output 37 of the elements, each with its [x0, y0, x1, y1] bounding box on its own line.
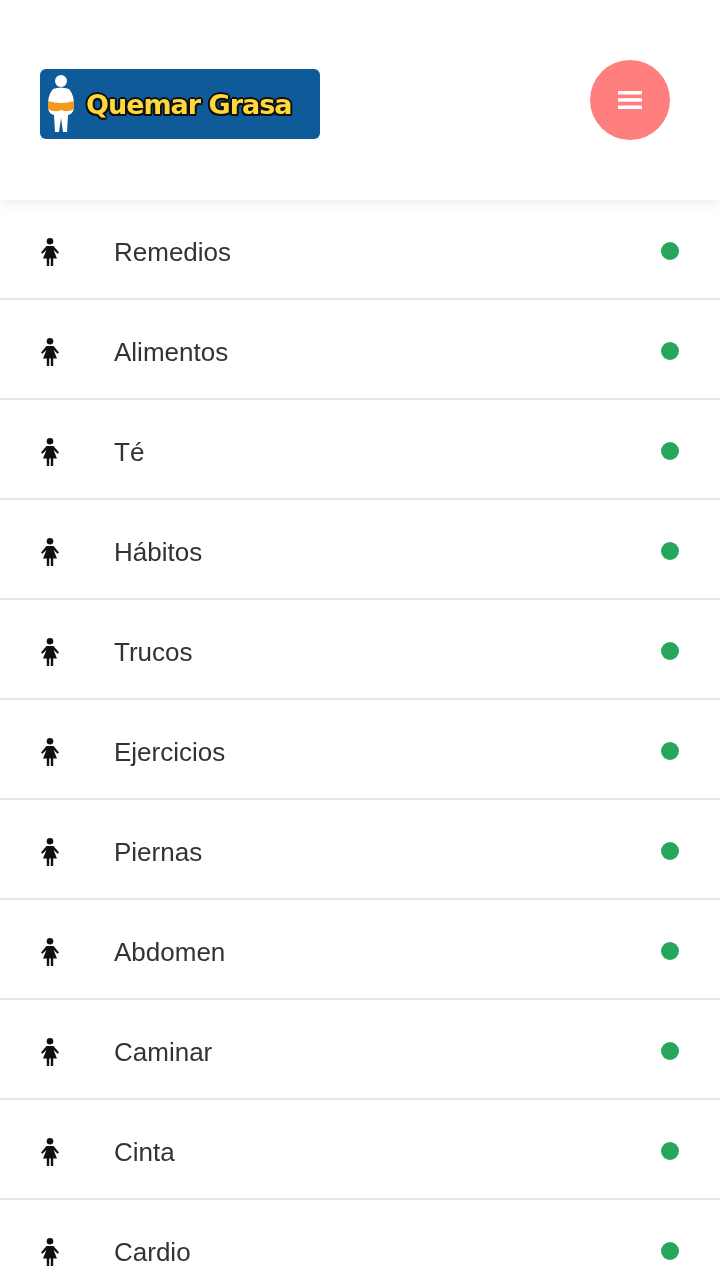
- menu-item[interactable]: Alimentos: [0, 300, 720, 400]
- female-figure-icon: [40, 1238, 60, 1266]
- menu-item[interactable]: Cardio: [0, 1200, 720, 1280]
- female-figure-icon: [40, 938, 60, 966]
- female-figure-icon: [40, 738, 60, 766]
- menu-item[interactable]: Cinta: [0, 1100, 720, 1200]
- status-dot-icon: [661, 1142, 679, 1160]
- status-dot-icon: [661, 942, 679, 960]
- female-figure-icon: [40, 1138, 60, 1166]
- status-dot-icon: [661, 642, 679, 660]
- status-dot-icon: [661, 542, 679, 560]
- female-figure-icon: [40, 438, 60, 466]
- menu-item[interactable]: Hábitos: [0, 500, 720, 600]
- menu-item[interactable]: Caminar: [0, 1000, 720, 1100]
- status-dot-icon: [661, 442, 679, 460]
- logo-text: Quemar Grasa: [86, 88, 292, 120]
- status-dot-icon: [661, 742, 679, 760]
- female-figure-icon: [40, 338, 60, 366]
- female-figure-icon: [40, 538, 60, 566]
- female-figure-icon: [40, 838, 60, 866]
- body-figure-icon: [46, 74, 76, 134]
- status-dot-icon: [661, 242, 679, 260]
- menu-item[interactable]: Piernas: [0, 800, 720, 900]
- status-dot-icon: [661, 842, 679, 860]
- menu-item[interactable]: Abdomen: [0, 900, 720, 1000]
- logo-banner[interactable]: Quemar Grasa: [40, 69, 320, 139]
- female-figure-icon: [40, 238, 60, 266]
- status-dot-icon: [661, 1242, 679, 1260]
- menu-item[interactable]: Ejercicios: [0, 700, 720, 800]
- menu-item[interactable]: Remedios: [0, 200, 720, 300]
- menu-item[interactable]: Trucos: [0, 600, 720, 700]
- status-dot-icon: [661, 342, 679, 360]
- status-dot-icon: [661, 1042, 679, 1060]
- menu-icon: [618, 91, 642, 109]
- female-figure-icon: [40, 1038, 60, 1066]
- female-figure-icon: [40, 638, 60, 666]
- menu-item[interactable]: Té: [0, 400, 720, 500]
